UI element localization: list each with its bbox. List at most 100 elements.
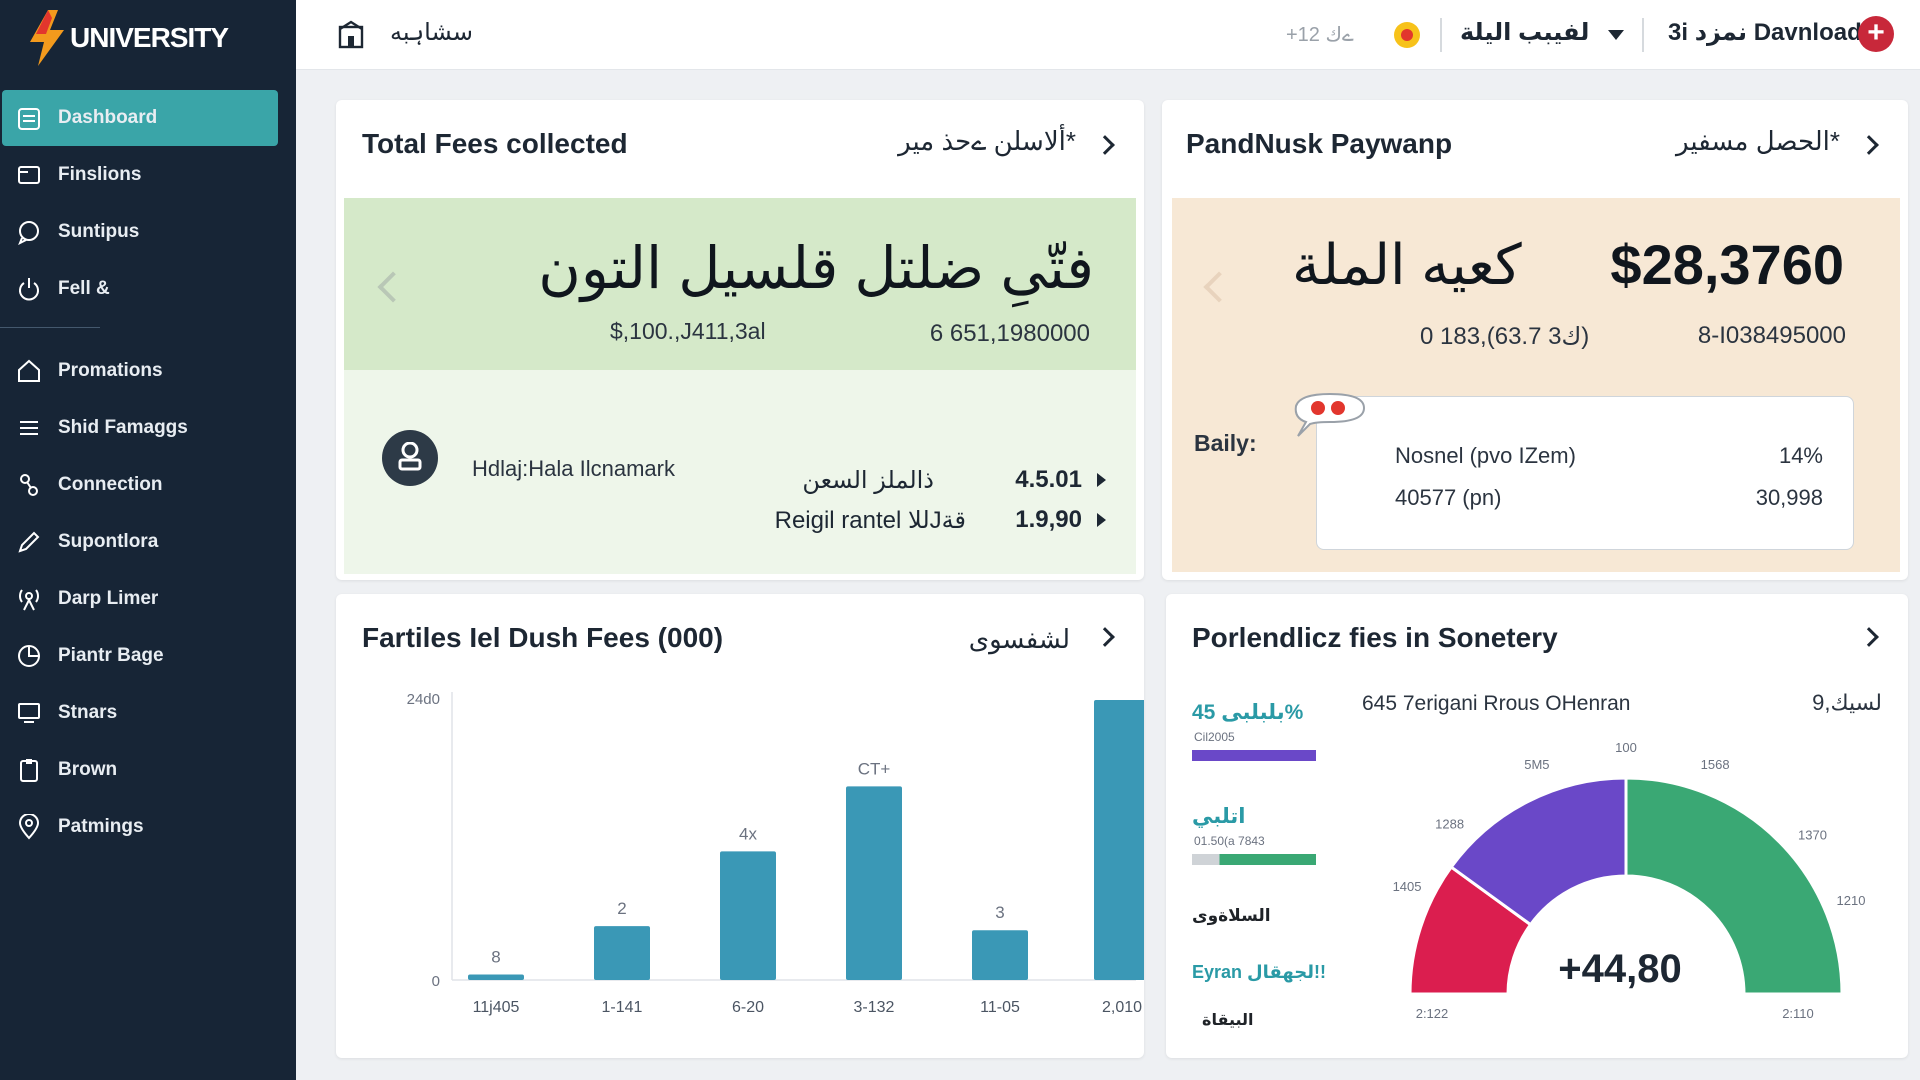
value-b: 8-I038495000	[1697, 322, 1846, 349]
daily-summary-box: Nosnel (pvo IZem) 14% 40577 (pn) 30,998	[1316, 396, 1854, 550]
sidebar-item-finslions[interactable]: Finslions	[0, 146, 296, 203]
data-label: 2	[617, 899, 626, 918]
chevron-right-icon[interactable]	[1095, 135, 1115, 155]
x-tick-label: 6-20	[732, 999, 764, 1016]
sidebar: UNIVERSITY Dashboard Finslions Suntipus Fel…	[0, 0, 296, 1080]
value-a: 0 183,(63.7 3ك)	[1420, 323, 1590, 350]
x-tick-label: 1-141	[602, 999, 643, 1016]
data-label: 4x	[739, 824, 757, 843]
bolt-icon	[30, 10, 64, 66]
row-value: 4.5.01	[1015, 466, 1082, 493]
sidebar-item-label: Fell &	[58, 277, 110, 299]
row-label: ذالملز السعن	[802, 467, 934, 494]
headline-text: فتّیِ ضلتل قلسیل التون	[538, 236, 1094, 301]
bar	[594, 926, 650, 980]
summary-label: 40577 (pn)	[1395, 485, 1502, 510]
chat-icon	[18, 221, 39, 245]
card-subtitle[interactable]: الحصل مسفیر*	[1676, 126, 1840, 157]
list-icon	[20, 421, 38, 435]
sidebar-item-label: Patmings	[58, 815, 144, 837]
sidebar-item-label: Promations	[58, 359, 163, 381]
amount-value: $28,3760	[1610, 233, 1844, 296]
gauge-tick-label: 5M5	[1524, 757, 1549, 772]
sidebar-item-label: Dashboard	[58, 107, 158, 128]
bar	[720, 851, 776, 980]
data-label: 3	[995, 903, 1004, 922]
y-tick-label: 24d0	[407, 691, 440, 708]
chevron-right-icon[interactable]	[1859, 135, 1879, 155]
gauge-tick-label: 1288	[1435, 816, 1464, 831]
headline-text: كعيه الملة	[1292, 233, 1522, 296]
bar-chart: 0 24d0 11j405 8 1-141 2 6-20 4x 3-132 CT+ 11-05 3 2,…	[407, 691, 1144, 1016]
home-outline-icon[interactable]	[336, 20, 366, 50]
gauge-tick-label: 1568	[1701, 757, 1730, 772]
summary-value: 30,998	[1755, 485, 1823, 510]
sidebar-item-piantr-bage[interactable]: Piantr Bage	[0, 627, 296, 684]
fees-bar-chart-card: Fartiles Iel Dush Fees (000) لشفسوی 0 24d…	[336, 594, 1144, 1058]
sidebar-item-shid-famaggs[interactable]: Shid Famaggs	[0, 399, 296, 456]
caret-right-icon[interactable]	[1097, 513, 1106, 527]
gauge-tick-label: 1210	[1837, 893, 1866, 908]
user-avatar	[382, 430, 438, 486]
bar	[468, 974, 524, 980]
divider	[1440, 18, 1442, 52]
location-icon	[18, 814, 40, 840]
speech-bubble-icon	[1294, 392, 1366, 437]
coin-icon[interactable]	[1394, 22, 1420, 48]
sidebar-item-promations[interactable]: Promations	[0, 342, 296, 399]
x-tick-label: 11j405	[473, 999, 520, 1016]
gauge-value: +44,80	[1558, 947, 1681, 991]
summary-label: Nosnel (pvo IZem)	[1395, 443, 1576, 468]
x-tick-label: 11-05	[980, 999, 1020, 1016]
divider	[1642, 18, 1644, 52]
value-a: $,100.,J411,3al	[610, 318, 766, 344]
sidebar-item-label: Stnars	[58, 701, 118, 723]
topbar-label[interactable]: سشاہبه	[390, 18, 473, 47]
daily-label: Baily:	[1194, 430, 1257, 456]
sidebar-item-darp-limer[interactable]: Darp Limer	[0, 570, 296, 627]
sidebar-nav: Dashboard Finslions Suntipus Fell & Promatio…	[0, 90, 296, 855]
sidebar-item-brown[interactable]: Brown	[0, 741, 296, 798]
nav-divider	[0, 327, 100, 328]
sidebar-item-stnars[interactable]: Stnars	[0, 684, 296, 741]
sidebar-item-dashboard[interactable]: Dashboard	[2, 90, 278, 146]
home-icon	[18, 359, 40, 382]
card-title: Total Fees collected	[362, 128, 628, 159]
topbar: سشاہبه +12 ےك لفيبب اليلة 3i نمزد Davnlo…	[296, 0, 1920, 70]
sidebar-item-label: Brown	[58, 758, 118, 780]
payment-card: PandNusk Paywanp الحصل مسفیر* كعيه الملة…	[1162, 100, 1908, 580]
notification-count[interactable]: +12 ےك	[1286, 22, 1354, 47]
gauge-tick-label: 1370	[1798, 828, 1827, 843]
dashboard-icon	[18, 108, 40, 130]
download-button[interactable]: 3i نمزد Davnload	[1668, 18, 1862, 47]
sidebar-item-suntipus[interactable]: Suntipus	[0, 203, 296, 260]
sidebar-item-supontlora[interactable]: Supontlora	[0, 513, 296, 570]
sidebar-item-label: Supontlora	[58, 530, 159, 552]
total-fees-card: Total Fees collected ألاسلن ےحذ میر* فتّ…	[336, 100, 1144, 580]
sidebar-item-connection[interactable]: Connection	[0, 456, 296, 513]
logo[interactable]: UNIVERSITY	[26, 8, 229, 68]
signal-icon	[19, 589, 39, 611]
card-title: PandNusk Paywanp	[1186, 128, 1453, 159]
add-icon[interactable]: +	[1858, 16, 1894, 52]
sidebar-item-label: Suntipus	[58, 220, 140, 242]
x-tick-label: 3-132	[854, 999, 895, 1016]
card-subtitle[interactable]: ألاسلن ےحذ میر*	[898, 126, 1076, 157]
sidebar-item-label: Connection	[58, 473, 163, 495]
power-icon	[19, 278, 39, 301]
data-label: 8	[491, 947, 500, 966]
data-label: CT+	[858, 759, 891, 778]
gauge-tick-label: 2:110	[1782, 1006, 1814, 1021]
sidebar-item-label: Piantr Bage	[58, 644, 164, 666]
bar	[1094, 700, 1144, 980]
sidebar-item-fell[interactable]: Fell &	[0, 260, 296, 317]
logo-text: UNIVERSITY	[70, 22, 229, 53]
clipboard-icon	[20, 759, 38, 782]
sidebar-item-patmings[interactable]: Patmings	[0, 798, 296, 855]
language-select[interactable]: لفيبب اليلة	[1460, 18, 1589, 47]
pie-icon	[18, 645, 40, 667]
pen-icon	[18, 531, 40, 553]
caret-right-icon[interactable]	[1097, 473, 1106, 487]
sidebar-item-label: Darp Limer	[58, 587, 159, 609]
chevron-down-icon[interactable]	[1608, 30, 1624, 40]
